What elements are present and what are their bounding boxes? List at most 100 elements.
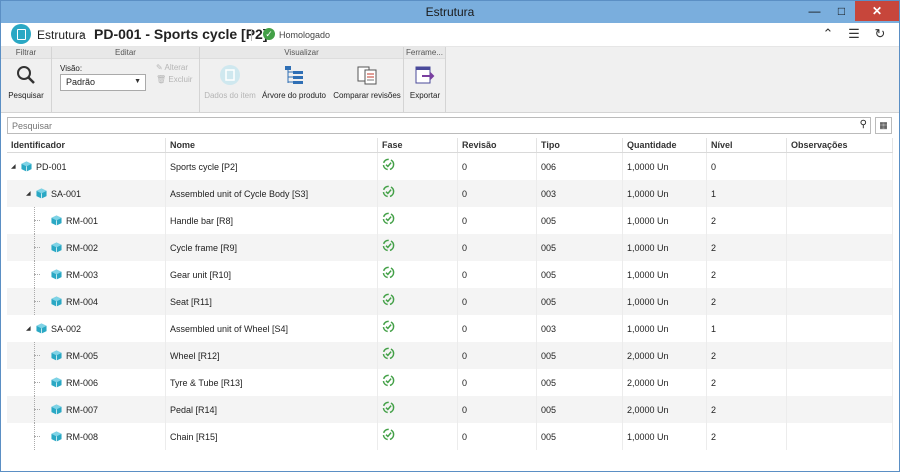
col-revisao[interactable]: Revisão (458, 138, 537, 152)
cell-notes (787, 234, 893, 261)
search-tool-button[interactable]: Pesquisar (5, 61, 47, 100)
cell-identifier: ◢ SA-002 (7, 315, 166, 342)
cell-quantity: 1,0000 Un (623, 234, 707, 261)
cell-revision: 0 (458, 396, 537, 423)
table-row[interactable]: ◢ SA-001 Assembled unit of Cycle Body [S3]… (7, 180, 893, 207)
cell-level: 2 (707, 396, 787, 423)
tree-guide (34, 220, 40, 221)
phase-approved-icon (382, 212, 395, 225)
col-fase[interactable]: Fase (378, 138, 458, 152)
expand-toggle-icon[interactable]: ◢ (26, 190, 36, 197)
cell-notes (787, 342, 893, 369)
cell-identifier: ◢ PD-001 (7, 153, 166, 180)
cell-level: 2 (707, 423, 787, 450)
maximize-button[interactable]: □ (828, 1, 855, 21)
minimize-button[interactable]: — (801, 1, 828, 21)
table-row[interactable]: RM-004 Seat [R11] 0 005 1,0000 Un 2 (7, 288, 893, 315)
export-button[interactable]: Exportar (406, 61, 444, 100)
compare-revisions-button[interactable]: Comparar revisões (332, 61, 402, 100)
product-tree-button[interactable]: Árvore do produto (260, 61, 328, 100)
list-menu-icon[interactable]: ☰ (847, 26, 861, 42)
table-row[interactable]: RM-005 Wheel [R12] 0 005 2,0000 Un 2 (7, 342, 893, 369)
item-cube-icon (36, 188, 51, 199)
item-identifier: RM-006 (66, 377, 99, 388)
cell-notes (787, 261, 893, 288)
view-select[interactable]: Padrão ▼ (60, 74, 146, 91)
cell-identifier: RM-005 (7, 342, 166, 369)
col-nivel[interactable]: Nível (707, 138, 787, 152)
item-data-icon (218, 63, 242, 87)
table-row[interactable]: RM-003 Gear unit [R10] 0 005 1,0000 Un 2 (7, 261, 893, 288)
cell-phase (378, 423, 458, 450)
close-button[interactable]: ✕ (855, 1, 899, 21)
phase-approved-icon (382, 158, 395, 171)
cell-identifier: RM-008 (7, 423, 166, 450)
col-observacoes[interactable]: Observações (787, 138, 893, 152)
expand-toggle-icon[interactable]: ◢ (26, 325, 36, 332)
cell-phase (378, 369, 458, 396)
search-icon[interactable]: ⚲ (860, 119, 867, 130)
col-tipo[interactable]: Tipo (537, 138, 623, 152)
cell-type: 005 (537, 423, 623, 450)
search-bar: ⚲ (7, 117, 871, 134)
table-row[interactable]: RM-006 Tyre & Tube [R13] 0 005 2,0000 Un 2 (7, 369, 893, 396)
cell-type: 005 (537, 342, 623, 369)
cell-notes (787, 288, 893, 315)
structure-app-icon (11, 24, 31, 44)
cell-type: 003 (537, 315, 623, 342)
table-row[interactable]: RM-008 Chain [R15] 0 005 1,0000 Un 2 (7, 423, 893, 450)
expand-toggle-icon[interactable]: ◢ (11, 163, 21, 170)
cell-revision: 0 (458, 153, 537, 180)
alter-button[interactable]: ✎ Alterar (156, 63, 188, 72)
chevron-down-icon: ▼ (134, 78, 141, 85)
item-cube-icon (36, 323, 51, 334)
cell-revision: 0 (458, 288, 537, 315)
item-identifier: RM-004 (66, 296, 99, 307)
cell-name: Assembled unit of Cycle Body [S3] (166, 180, 378, 207)
item-identifier: SA-002 (51, 323, 82, 334)
cell-level: 1 (707, 180, 787, 207)
cell-phase (378, 288, 458, 315)
cell-type: 005 (537, 396, 623, 423)
item-data-button[interactable]: Dados do item (203, 61, 257, 100)
cell-phase (378, 396, 458, 423)
refresh-icon[interactable]: ↻ (873, 26, 887, 42)
col-nome[interactable]: Nome (166, 138, 378, 152)
cell-name: Chain [R15] (166, 423, 378, 450)
item-cube-icon (51, 404, 66, 415)
tree-icon (282, 63, 306, 87)
search-input[interactable] (8, 118, 848, 133)
cell-level: 2 (707, 369, 787, 396)
table-row[interactable]: ◢ SA-002 Assembled unit of Wheel [S4] 0 003 1… (7, 315, 893, 342)
delete-button[interactable]: 🗑 Excluir (156, 75, 192, 84)
table-row[interactable]: RM-002 Cycle frame [R9] 0 005 1,0000 Un 2 (7, 234, 893, 261)
col-identificador[interactable]: Identificador (7, 138, 166, 152)
tree-guide (34, 274, 40, 275)
tree-guide (34, 409, 40, 410)
cell-name: Assembled unit of Wheel [S4] (166, 315, 378, 342)
group-label-tools: Ferrame... (404, 47, 445, 59)
cell-identifier: RM-003 (7, 261, 166, 288)
col-quantidade[interactable]: Quantidade (623, 138, 707, 152)
cell-revision: 0 (458, 423, 537, 450)
tree-guide (34, 355, 40, 356)
cell-quantity: 1,0000 Un (623, 423, 707, 450)
breadcrumb[interactable]: Estrutura (37, 28, 86, 42)
table-row[interactable]: RM-001 Handle bar [R8] 0 005 1,0000 Un 2 (7, 207, 893, 234)
table-row[interactable]: ◢ PD-001 Sports cycle [P2] 0 006 1,0000 Un 0 (7, 153, 893, 180)
item-identifier: RM-005 (66, 350, 99, 361)
cell-revision: 0 (458, 207, 537, 234)
cell-revision: 0 (458, 369, 537, 396)
cell-revision: 0 (458, 261, 537, 288)
ribbon-group-filter: Filtrar Pesquisar (1, 47, 52, 113)
cell-type: 006 (537, 153, 623, 180)
table-row[interactable]: RM-007 Pedal [R14] 0 005 2,0000 Un 2 (7, 396, 893, 423)
column-settings-button[interactable]: ▦ (875, 117, 892, 134)
cell-revision: 0 (458, 180, 537, 207)
cell-revision: 0 (458, 342, 537, 369)
cell-name: Seat [R11] (166, 288, 378, 315)
cell-phase (378, 180, 458, 207)
collapse-up-icon[interactable]: ⌃ (821, 26, 835, 42)
cell-name: Tyre & Tube [R13] (166, 369, 378, 396)
cell-notes (787, 396, 893, 423)
